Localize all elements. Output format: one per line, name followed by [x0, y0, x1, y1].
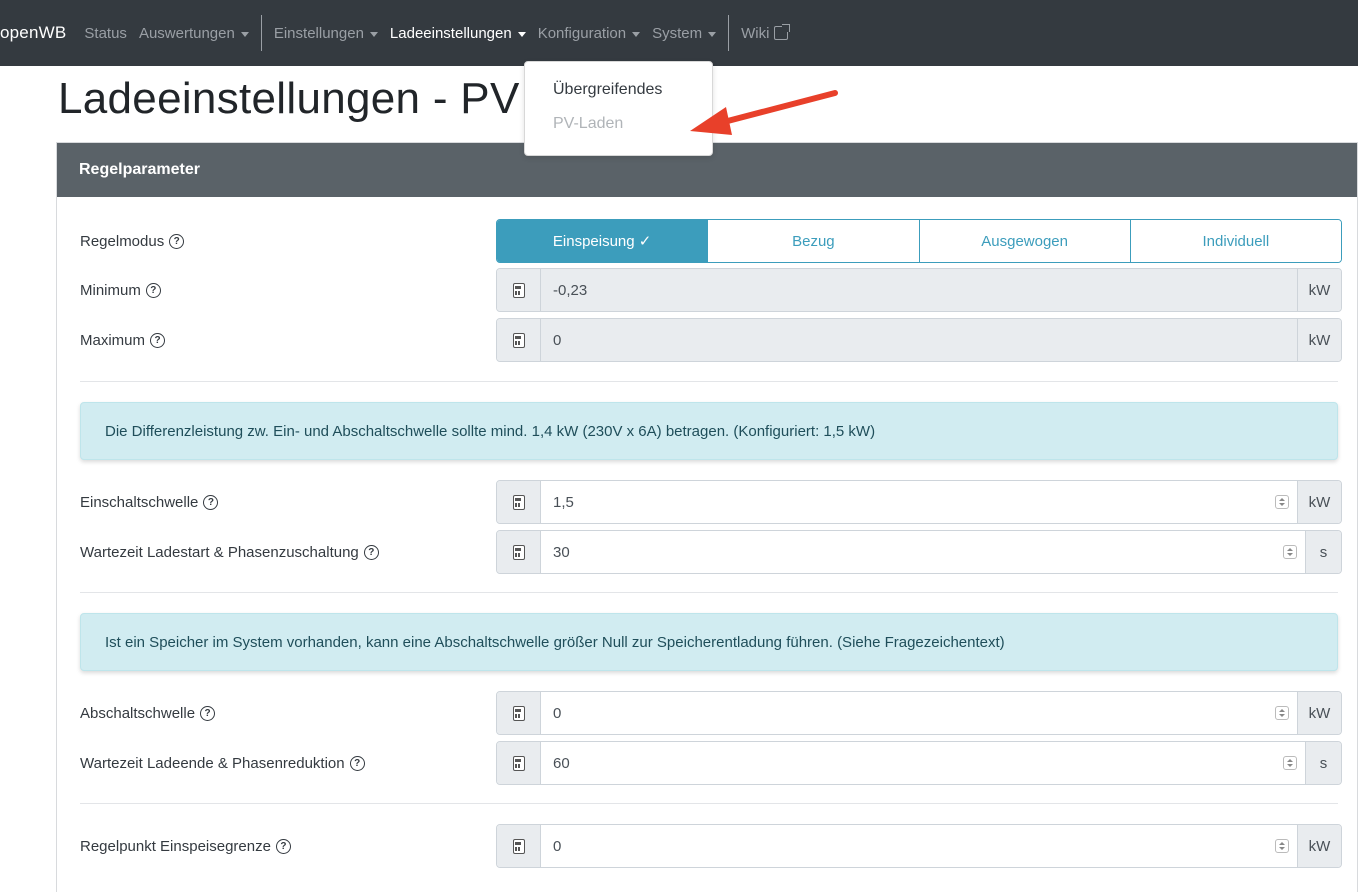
stepper-icon	[1275, 706, 1289, 720]
regelmodus-option-individuell[interactable]: Individuell	[1129, 220, 1341, 262]
nav-ladeeinstellungen[interactable]: Ladeeinstellungen	[390, 25, 526, 42]
help-icon[interactable]: ?	[363, 544, 379, 560]
calculator-icon	[512, 705, 525, 721]
unit-label: kW	[1297, 319, 1341, 361]
abschaltschwelle-input[interactable]: 0	[541, 692, 1267, 734]
minimum-field: -0,23	[541, 269, 1297, 311]
chevron-down-icon	[632, 31, 641, 37]
unit-label: kW	[1297, 481, 1341, 523]
help-icon[interactable]: ?	[150, 332, 166, 348]
stepper-icon	[1283, 545, 1297, 559]
regelpunkt-input[interactable]: 0	[541, 825, 1267, 867]
minimum-row: Minimum? -0,23 kW	[80, 268, 1344, 312]
nav-separator	[260, 15, 262, 51]
stepper-icon	[1283, 756, 1297, 770]
wartezeit-ladeende-row: Wartezeit Ladeende & Phasenreduktion? 60…	[80, 741, 1344, 785]
calculator-icon	[512, 332, 525, 348]
unit-label: s	[1305, 742, 1341, 784]
maximum-row: Maximum? 0 kW	[80, 318, 1344, 362]
chevron-down-icon	[240, 31, 249, 37]
help-icon[interactable]: ?	[200, 705, 216, 721]
help-icon[interactable]: ?	[145, 282, 161, 298]
stepper-icon	[1275, 839, 1289, 853]
calculator-icon	[512, 544, 525, 560]
help-icon[interactable]: ?	[349, 755, 365, 771]
maximum-field: 0	[541, 319, 1297, 361]
unit-label: s	[1305, 531, 1341, 573]
chevron-down-icon	[369, 31, 378, 37]
regelmodus-option-ausgewogen[interactable]: Ausgewogen	[918, 220, 1130, 262]
divider	[80, 381, 1338, 382]
help-icon[interactable]: ?	[203, 494, 219, 510]
minimum-label: Minimum?	[80, 282, 496, 299]
divider	[80, 803, 1338, 804]
help-icon[interactable]: ?	[169, 233, 185, 249]
wartezeit-ladestart-input-group: 30 s	[496, 530, 1342, 574]
nav-wiki[interactable]: Wiki	[741, 24, 791, 42]
unit-label: kW	[1297, 269, 1341, 311]
calculator-icon	[512, 838, 525, 854]
abschaltschwelle-row: Abschaltschwelle? 0 kW	[80, 691, 1344, 735]
einschaltschwelle-input[interactable]: 1,5	[541, 481, 1267, 523]
annotation-arrow-icon	[690, 90, 838, 135]
regelmodus-label: Regelmodus?	[80, 233, 496, 250]
nav-konfiguration[interactable]: Konfiguration	[538, 25, 641, 42]
regelmodus-segmented-control: Einspeisung ✓ Bezug Ausgewogen Individue…	[496, 219, 1342, 263]
external-link-icon	[774, 24, 791, 40]
brand-logo[interactable]: openWB	[0, 23, 66, 43]
regelmodus-option-einspeisung[interactable]: Einspeisung ✓	[497, 220, 708, 262]
maximum-label: Maximum?	[80, 332, 496, 349]
regelmodus-option-bezug[interactable]: Bezug	[707, 220, 919, 262]
wartezeit-ladestart-label: Wartezeit Ladestart & Phasenzuschaltung?	[80, 544, 496, 561]
nav-auswertungen[interactable]: Auswertungen	[139, 25, 249, 42]
page-title: Ladeeinstellungen - PV	[58, 74, 520, 123]
regelpunkt-row: Regelpunkt Einspeisegrenze? 0 kW	[80, 824, 1344, 868]
dropdown-item-pv-laden[interactable]: PV-Laden	[525, 110, 712, 144]
stepper-icon	[1275, 495, 1289, 509]
wartezeit-ladestart-row: Wartezeit Ladestart & Phasenzuschaltung?…	[80, 530, 1344, 574]
divider	[80, 592, 1338, 593]
nav-status[interactable]: Status	[84, 25, 127, 42]
unit-label: kW	[1297, 825, 1341, 867]
wartezeit-ladeende-input[interactable]: 60	[541, 742, 1275, 784]
info-alert-differenzleistung: Die Differenzleistung zw. Ein- und Absch…	[80, 402, 1338, 460]
wartezeit-ladestart-input[interactable]: 30	[541, 531, 1275, 573]
maximum-input-group: 0 kW	[496, 318, 1342, 362]
einschaltschwelle-input-group: 1,5 kW	[496, 480, 1342, 524]
top-navbar: openWB Status Auswertungen Einstellungen…	[0, 0, 1358, 66]
help-icon[interactable]: ?	[275, 838, 291, 854]
wartezeit-ladeende-input-group: 60 s	[496, 741, 1342, 785]
info-alert-speicher: Ist ein Speicher im System vorhanden, ka…	[80, 613, 1338, 671]
nav-einstellungen[interactable]: Einstellungen	[274, 25, 378, 42]
regelmodus-row: Regelmodus? Einspeisung ✓ Bezug Ausgewog…	[80, 219, 1344, 263]
dropdown-item-uebergreifendes[interactable]: Übergreifendes	[525, 76, 712, 110]
regelpunkt-label: Regelpunkt Einspeisegrenze?	[80, 838, 496, 855]
calculator-icon	[512, 494, 525, 510]
calculator-icon	[512, 755, 525, 771]
wartezeit-ladeende-label: Wartezeit Ladeende & Phasenreduktion?	[80, 755, 496, 772]
abschaltschwelle-input-group: 0 kW	[496, 691, 1342, 735]
nav-separator	[728, 15, 730, 51]
calculator-icon	[512, 282, 525, 298]
nav-system[interactable]: System	[652, 25, 717, 42]
abschaltschwelle-label: Abschaltschwelle?	[80, 705, 496, 722]
minimum-input-group: -0,23 kW	[496, 268, 1342, 312]
ladeeinstellungen-dropdown: Übergreifendes PV-Laden	[524, 61, 713, 156]
einschaltschwelle-row: Einschaltschwelle? 1,5 kW	[80, 480, 1344, 524]
unit-label: kW	[1297, 692, 1341, 734]
einschaltschwelle-label: Einschaltschwelle?	[80, 494, 496, 511]
chevron-down-icon	[708, 31, 717, 37]
regelpunkt-input-group: 0 kW	[496, 824, 1342, 868]
chevron-down-icon	[517, 31, 526, 37]
